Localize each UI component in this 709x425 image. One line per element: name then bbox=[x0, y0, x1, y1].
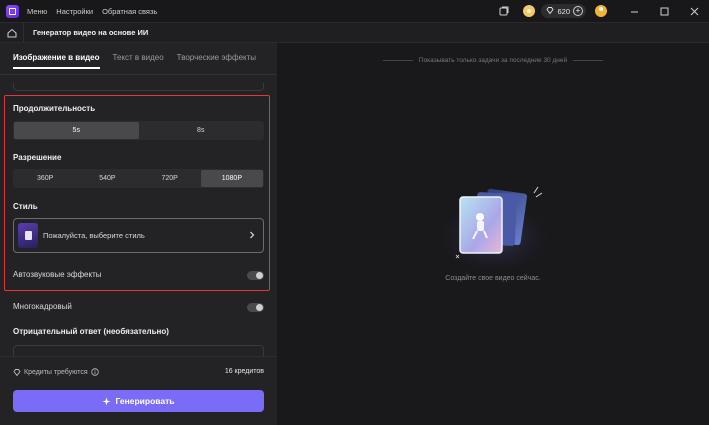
home-icon bbox=[7, 28, 16, 37]
coin-icon[interactable] bbox=[523, 5, 536, 17]
tab-text-to-video[interactable]: Текст в видео bbox=[113, 53, 164, 69]
credits-balance[interactable]: 620 + bbox=[541, 4, 586, 18]
close-button[interactable] bbox=[679, 0, 709, 22]
style-label: Стиль bbox=[13, 202, 38, 211]
tabs-divider bbox=[0, 74, 277, 75]
credits-required: Кредиты требуются bbox=[13, 368, 99, 376]
negative-prompt-label: Отрицательный ответ (необязательно) bbox=[13, 327, 169, 336]
duration-selector: 5s 8s bbox=[13, 121, 264, 140]
resolution-option-720p[interactable]: 720P bbox=[139, 170, 201, 187]
breadcrumb: Генератор видео на основе ИИ bbox=[0, 22, 709, 43]
history-notice-text: Показывать только задачи за последние 30… bbox=[418, 57, 568, 64]
results-panel: Показывать только задачи за последние 30… bbox=[277, 43, 709, 425]
home-button[interactable] bbox=[0, 22, 24, 43]
empty-state-text: Создайте свое видео сейчас. bbox=[445, 275, 541, 282]
generate-label: Генерировать bbox=[115, 396, 175, 406]
style-picker[interactable]: Пожалуйста, выберите стиль bbox=[13, 218, 264, 253]
style-thumbnail-icon bbox=[18, 223, 38, 248]
settings-panel: Изображение в видео Текст в видео Творче… bbox=[0, 43, 277, 425]
empty-state-illustration bbox=[436, 186, 552, 271]
history-notice: Показывать только задачи за последние 30… bbox=[277, 57, 709, 64]
duration-option-8s[interactable]: 8s bbox=[139, 122, 264, 139]
resolution-option-540p[interactable]: 540P bbox=[76, 170, 138, 187]
notice-line-right bbox=[573, 60, 604, 61]
add-credits-icon[interactable]: + bbox=[573, 6, 583, 16]
upload-box[interactable] bbox=[13, 83, 264, 91]
diamond-icon bbox=[13, 368, 21, 376]
multiframe-toggle[interactable] bbox=[247, 303, 264, 312]
maximize-button[interactable] bbox=[649, 0, 679, 22]
info-icon[interactable] bbox=[90, 368, 99, 376]
menu-item-menu[interactable]: Меню bbox=[27, 7, 47, 16]
menu-item-settings[interactable]: Настройки bbox=[56, 7, 93, 16]
avatar[interactable] bbox=[595, 5, 607, 17]
resolution-option-1080p[interactable]: 1080P bbox=[200, 170, 263, 187]
menu-item-feedback[interactable]: Обратная связь bbox=[102, 7, 157, 16]
title-bar: Меню Настройки Обратная связь 620 + bbox=[0, 0, 709, 22]
multiframe-label: Многокадровый bbox=[13, 302, 72, 311]
style-placeholder: Пожалуйста, выберите стиль bbox=[43, 231, 145, 240]
generate-button[interactable]: Генерировать bbox=[13, 390, 264, 412]
tab-image-to-video[interactable]: Изображение в видео bbox=[13, 53, 100, 69]
chevron-right-icon bbox=[249, 231, 255, 241]
resolution-selector: 360P 540P 720P 1080P bbox=[13, 169, 264, 188]
duration-label: Продолжительность bbox=[13, 104, 96, 113]
credits-required-value: 16 кредитов bbox=[224, 368, 264, 375]
sparkle-icon bbox=[102, 397, 111, 405]
history-icon[interactable] bbox=[498, 5, 510, 17]
resolution-option-360p[interactable]: 360P bbox=[14, 170, 76, 187]
diamond-icon bbox=[546, 6, 555, 16]
page-title: Генератор видео на основе ИИ bbox=[33, 28, 149, 37]
auto-sound-label: Автозвуковые эффекты bbox=[13, 270, 102, 279]
credits-required-label: Кредиты требуются bbox=[24, 368, 88, 376]
tab-creative-effects[interactable]: Творческие эффекты bbox=[177, 53, 256, 69]
minimize-button[interactable] bbox=[619, 0, 649, 22]
notice-line-left bbox=[382, 60, 413, 61]
auto-sound-toggle[interactable] bbox=[247, 271, 264, 280]
resolution-label: Разрешение bbox=[13, 153, 62, 162]
duration-option-5s[interactable]: 5s bbox=[14, 122, 139, 139]
app-logo-icon bbox=[6, 4, 19, 18]
credits-amount: 620 bbox=[557, 6, 570, 16]
